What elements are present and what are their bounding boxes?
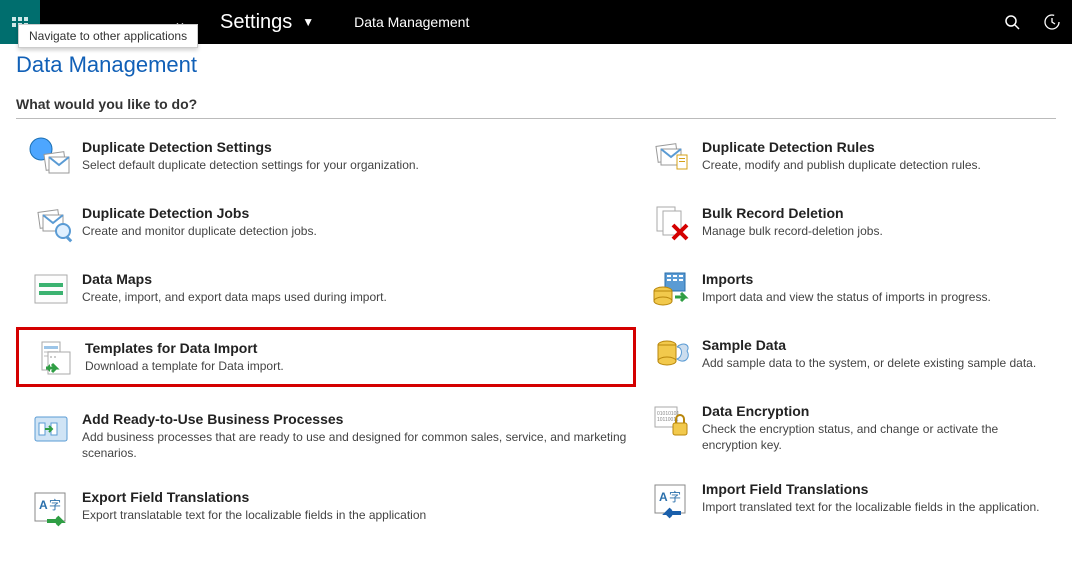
sample-data-tile[interactable]: Sample Data Add sample data to the system…: [636, 327, 1056, 393]
tile-icon: [20, 135, 82, 177]
tile-desc: Create, import, and export data maps use…: [82, 289, 632, 305]
tile-icon: [20, 407, 82, 449]
breadcrumb-current[interactable]: Data Management: [334, 14, 489, 30]
export-field-translations-tile[interactable]: Export Field Translations Export translat…: [16, 479, 636, 545]
tile-title: Import Field Translations: [702, 481, 1052, 497]
tile-desc: Check the encryption status, and change …: [702, 421, 1052, 453]
bulk-record-deletion-tile[interactable]: Bulk Record Deletion Manage bulk record-d…: [636, 195, 1056, 261]
tile-title: Sample Data: [702, 337, 1052, 353]
tile-title: Add Ready-to-Use Business Processes: [82, 411, 632, 427]
tile-icon: [20, 201, 82, 243]
settings-dropdown[interactable]: Settings ▼: [200, 11, 334, 34]
duplicate-detection-settings-tile[interactable]: Duplicate Detection Settings Select defau…: [16, 129, 636, 195]
chevron-down-icon: ▼: [302, 15, 314, 29]
tile-title: Imports: [702, 271, 1052, 287]
tile-title: Duplicate Detection Settings: [82, 139, 632, 155]
tile-desc: Export translatable text for the localiz…: [82, 507, 632, 523]
tile-desc: Add business processes that are ready to…: [82, 429, 632, 461]
tile-icon: [640, 135, 702, 177]
tile-icon: [640, 201, 702, 243]
tile-title: Templates for Data Import: [85, 340, 629, 356]
tile-desc: Download a template for Data import.: [85, 358, 629, 374]
tile-icon: [20, 267, 82, 309]
tile-title: Data Maps: [82, 271, 632, 287]
recent-button[interactable]: [1032, 0, 1072, 44]
top-nav: Navigate to other applications ⌄ Setting…: [0, 0, 1072, 44]
tile-title: Data Encryption: [702, 403, 1052, 419]
tile-desc: Manage bulk record-deletion jobs.: [702, 223, 1052, 239]
tile-desc: Create, modify and publish duplicate det…: [702, 157, 1052, 173]
duplicate-detection-rules-tile[interactable]: Duplicate Detection Rules Create, modify …: [636, 129, 1056, 195]
data-encryption-tile[interactable]: Data Encryption Check the encryption stat…: [636, 393, 1056, 471]
tile-title: Duplicate Detection Rules: [702, 139, 1052, 155]
tile-icon: [20, 485, 82, 527]
page-title: Data Management: [16, 52, 1056, 78]
duplicate-detection-jobs-tile[interactable]: Duplicate Detection Jobs Create and monit…: [16, 195, 636, 261]
imports-tile[interactable]: Imports Import data and view the status o…: [636, 261, 1056, 327]
tile-icon: [23, 336, 85, 378]
tile-desc: Create and monitor duplicate detection j…: [82, 223, 632, 239]
tile-icon: [640, 333, 702, 375]
templates-data-import-tile[interactable]: Templates for Data Import Download a temp…: [16, 327, 636, 387]
section-prompt: What would you like to do?: [16, 96, 1056, 119]
add-business-processes-tile[interactable]: Add Ready-to-Use Business Processes Add b…: [16, 401, 636, 479]
search-button[interactable]: [992, 0, 1032, 44]
tile-title: Duplicate Detection Jobs: [82, 205, 632, 221]
tile-desc: Import translated text for the localizab…: [702, 499, 1052, 515]
tile-desc: Select default duplicate detection setti…: [82, 157, 632, 173]
tile-icon: [640, 399, 702, 441]
tile-icon: [640, 477, 702, 519]
tile-title: Export Field Translations: [82, 489, 632, 505]
tile-icon: [640, 267, 702, 309]
tile-desc: Import data and view the status of impor…: [702, 289, 1052, 305]
history-icon: [1043, 13, 1061, 31]
data-maps-tile[interactable]: Data Maps Create, import, and export data…: [16, 261, 636, 327]
search-icon: [1004, 14, 1020, 30]
app-launcher-tooltip: Navigate to other applications: [18, 24, 198, 48]
import-field-translations-tile[interactable]: Import Field Translations Import translat…: [636, 471, 1056, 537]
tile-title: Bulk Record Deletion: [702, 205, 1052, 221]
tile-desc: Add sample data to the system, or delete…: [702, 355, 1052, 371]
settings-label: Settings: [220, 11, 292, 34]
